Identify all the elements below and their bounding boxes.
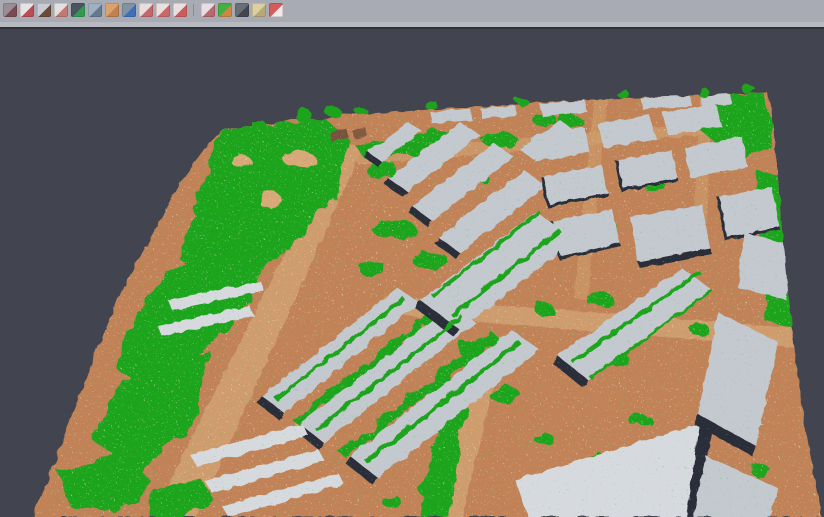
layers-icon[interactable] — [139, 3, 153, 17]
import-cloud-icon[interactable] — [20, 3, 34, 17]
globe-icon[interactable] — [122, 3, 136, 17]
tree — [324, 106, 340, 116]
main-toolbar — [0, 0, 824, 29]
tree — [618, 91, 630, 99]
open-file-icon[interactable] — [3, 3, 17, 17]
clear-selection-icon[interactable] — [201, 3, 215, 17]
target-icon[interactable] — [156, 3, 170, 17]
mesh-icon[interactable] — [37, 3, 51, 17]
tree — [293, 108, 311, 120]
3d-viewport[interactable] — [0, 29, 824, 517]
tree — [516, 97, 528, 105]
application-window — [0, 0, 824, 517]
snapshot-icon[interactable] — [235, 3, 249, 17]
toolbar-separator — [190, 3, 198, 17]
toolbar-icons — [3, 3, 283, 17]
tree — [696, 87, 708, 95]
crop-box-icon[interactable] — [105, 3, 119, 17]
tree — [251, 119, 265, 129]
flag-icon[interactable] — [269, 3, 283, 17]
tree — [741, 85, 755, 93]
side-panel-icon[interactable] — [88, 3, 102, 17]
terrain-icon[interactable] — [71, 3, 85, 17]
sample-points-icon[interactable] — [54, 3, 68, 17]
classification-colors-icon[interactable] — [218, 3, 232, 17]
scene-canvas — [0, 29, 824, 517]
terrain — [0, 29, 824, 517]
zoom-extents-icon[interactable] — [173, 3, 187, 17]
tree — [354, 106, 366, 114]
measure-icon[interactable] — [252, 3, 266, 17]
tree — [425, 102, 439, 110]
point-speckle-green — [0, 29, 824, 517]
